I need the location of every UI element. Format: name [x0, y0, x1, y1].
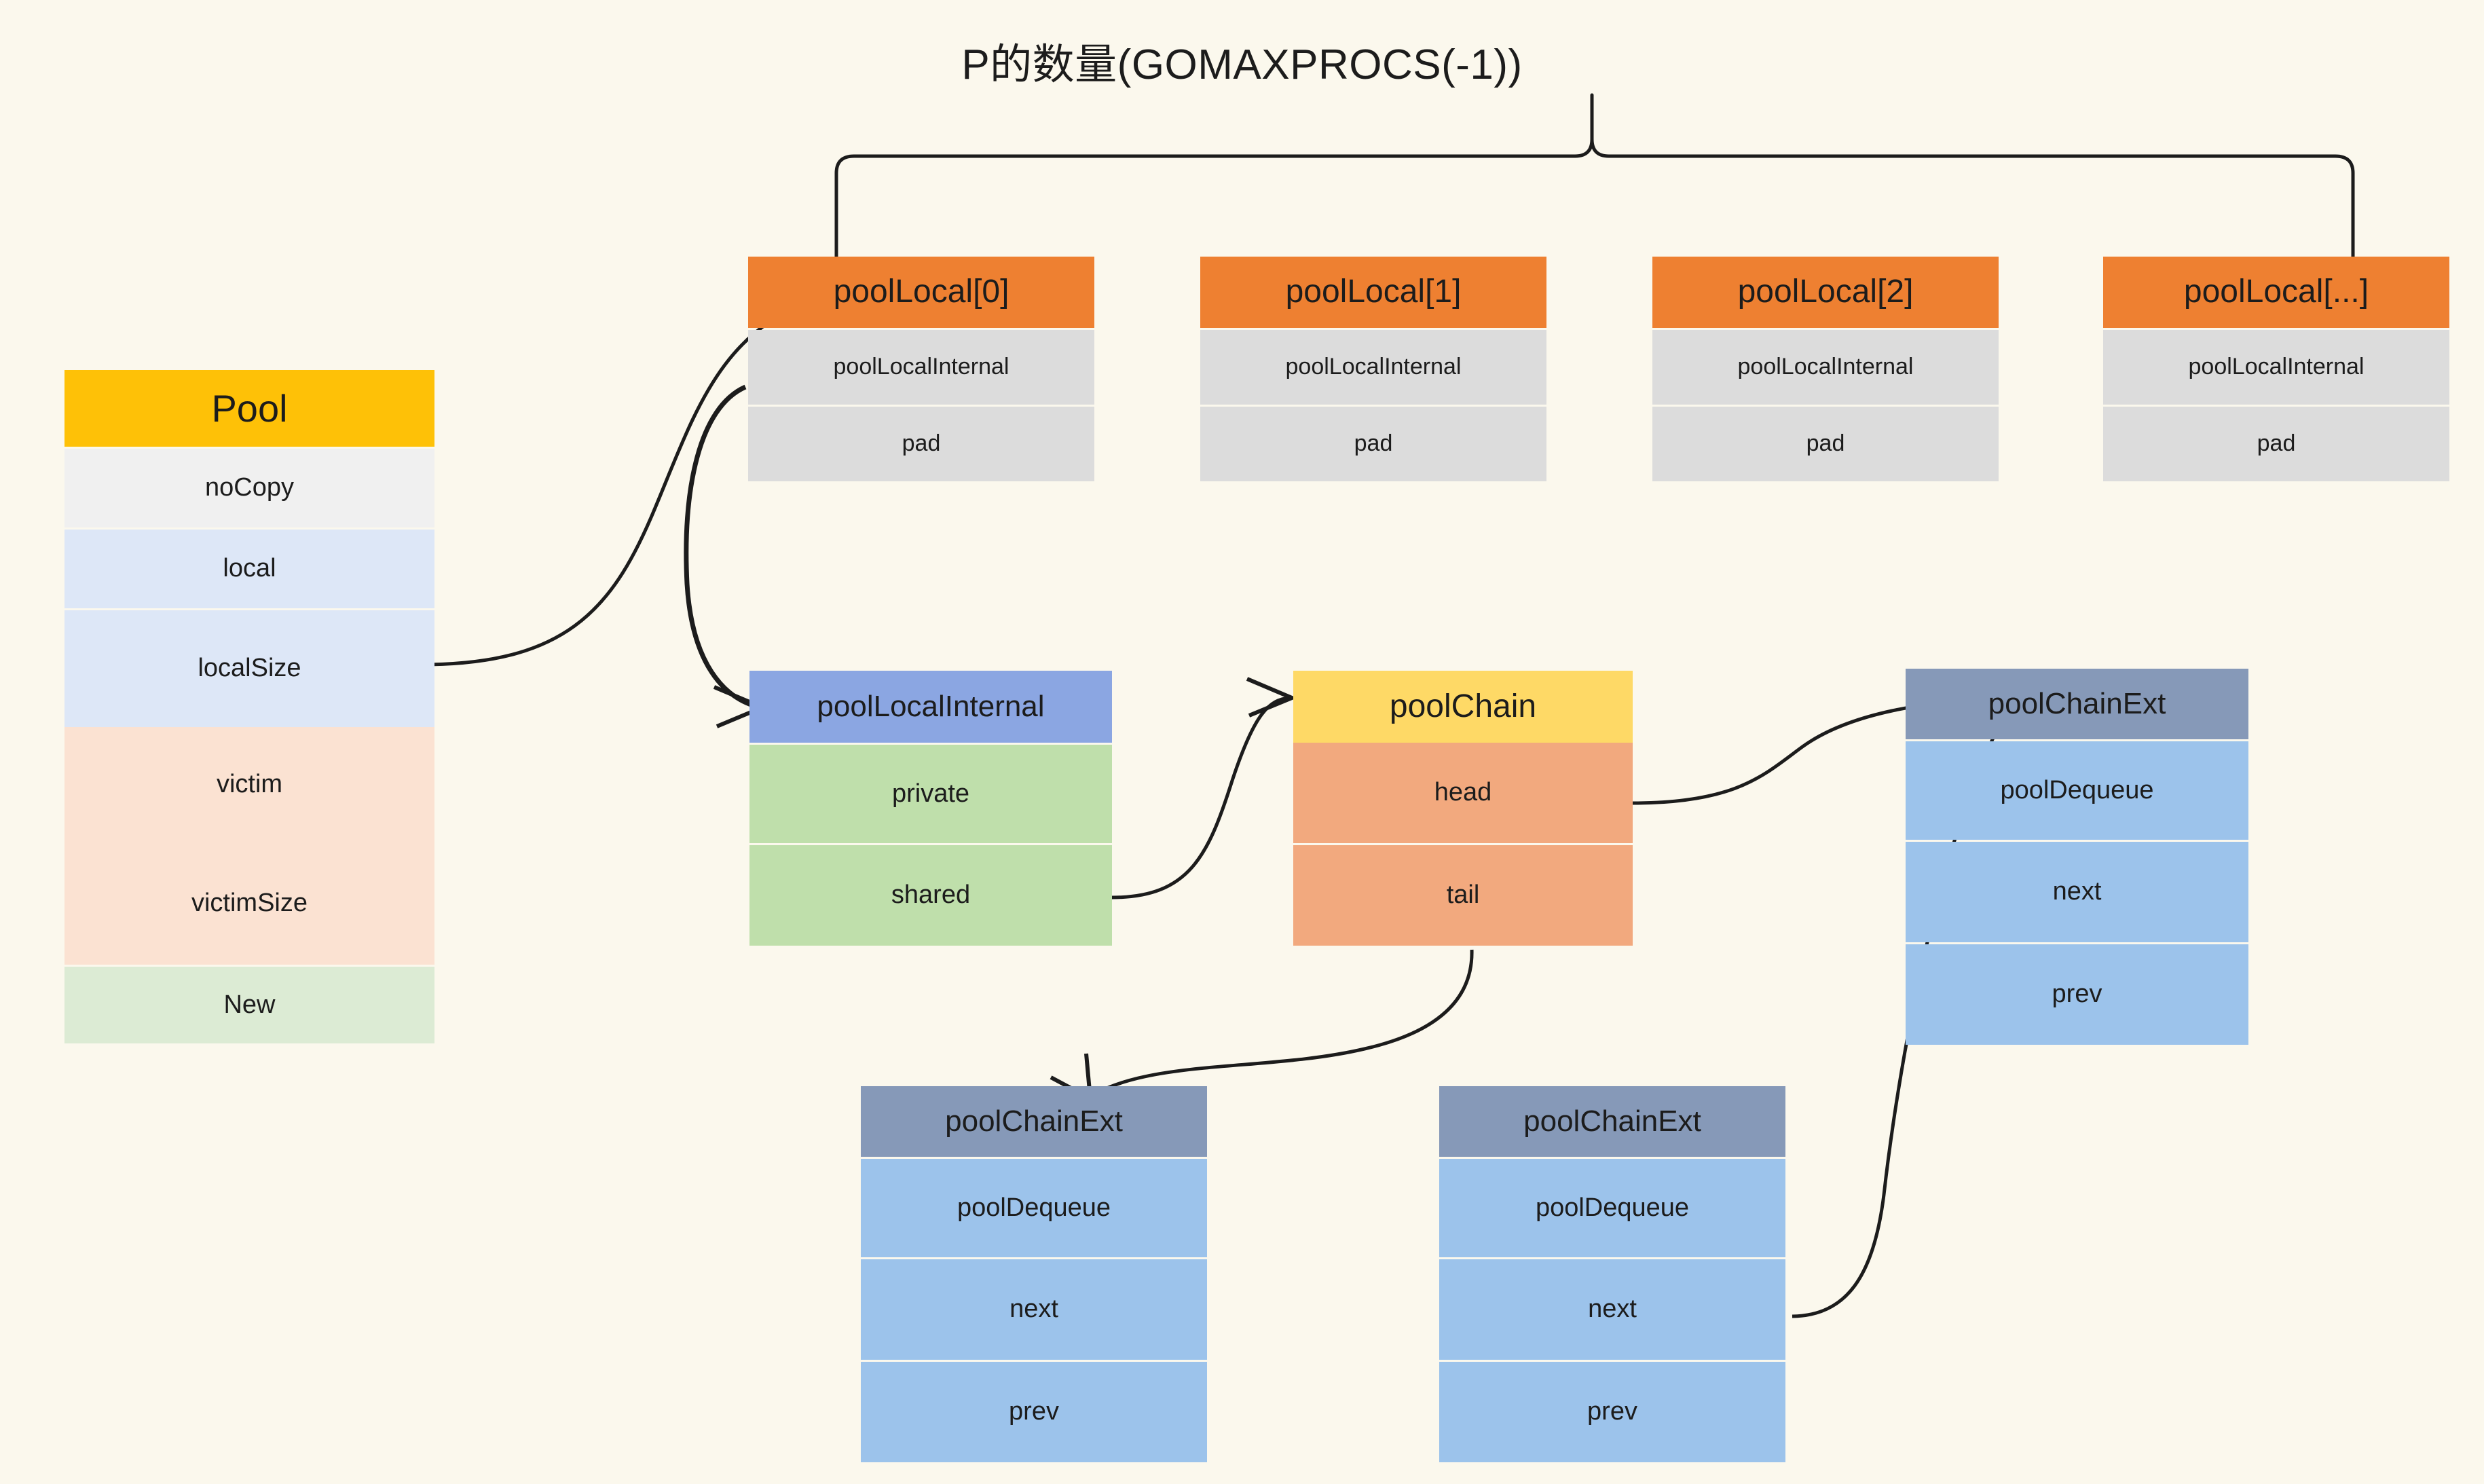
poolchainext-bottom-left-field-prev: prev	[861, 1362, 1207, 1462]
pool-field-victimsize: victimSize	[64, 842, 434, 965]
struct-poollocal-rest[interactable]: poolLocal[...] poolLocalInternal pad	[2103, 257, 2449, 481]
wire-tail-to-chainext-bottomleft	[1090, 949, 1474, 1098]
poollocal-0-field-internal: poolLocalInternal	[748, 330, 1094, 405]
poollocal-rest-header: poolLocal[...]	[2103, 257, 2449, 328]
poollocal-rest-field-pad: pad	[2103, 407, 2449, 481]
poollocal-1-header: poolLocal[1]	[1200, 257, 1546, 328]
pool-field-local: local	[64, 530, 434, 608]
poolchain-field-head: head	[1293, 743, 1633, 843]
poollocal-0-header: poolLocal[0]	[748, 257, 1094, 328]
pool-field-victim: victim	[64, 727, 434, 842]
struct-poolchainext-bottom-left[interactable]: poolChainExt poolDequeue next prev	[861, 1086, 1207, 1462]
pool-field-localsize: localSize	[64, 610, 434, 727]
poolchainext-bottom-mid-field-dequeue: poolDequeue	[1439, 1159, 1785, 1257]
poolchainext-bottom-left-header: poolChainExt	[861, 1086, 1207, 1157]
poollocalinternal-field-shared: shared	[749, 845, 1112, 946]
struct-poolchain[interactable]: poolChain head tail	[1293, 671, 1633, 946]
poolchainext-right-field-next: next	[1906, 842, 2248, 942]
struct-pool[interactable]: Pool noCopy local localSize victim victi…	[64, 370, 434, 1043]
poolchain-header: poolChain	[1293, 671, 1633, 743]
poolchainext-bottom-mid-field-prev: prev	[1439, 1362, 1785, 1462]
poolchainext-bottom-left-field-dequeue: poolDequeue	[861, 1159, 1207, 1257]
poolchainext-bottom-left-field-next: next	[861, 1259, 1207, 1360]
poolchain-field-tail: tail	[1293, 845, 1633, 946]
poollocal-2-field-internal: poolLocalInternal	[1652, 330, 1999, 405]
struct-poolchainext-bottom-mid[interactable]: poolChainExt poolDequeue next prev	[1439, 1086, 1785, 1462]
poollocalinternal-header: poolLocalInternal	[749, 671, 1112, 743]
struct-poolchainext-right[interactable]: poolChainExt poolDequeue next prev	[1906, 669, 2248, 1045]
gomaxprocs-brace	[834, 93, 2355, 257]
poollocalinternal-field-private: private	[749, 745, 1112, 843]
pool-field-nocopy: noCopy	[64, 449, 434, 527]
poollocal-2-field-pad: pad	[1652, 407, 1999, 481]
wire-shared-to-poolchain	[1111, 696, 1291, 899]
poollocal-1-field-internal: poolLocalInternal	[1200, 330, 1546, 405]
struct-poollocal-0[interactable]: poolLocal[0] poolLocalInternal pad	[748, 257, 1094, 481]
page-title: P的数量(GOMAXPROCS(-1))	[961, 41, 1523, 88]
poollocal-1-field-pad: pad	[1200, 407, 1546, 481]
pool-header: Pool	[64, 370, 434, 447]
poolchainext-bottom-mid-header: poolChainExt	[1439, 1086, 1785, 1157]
poolchainext-bottom-mid-field-next: next	[1439, 1259, 1785, 1360]
pool-field-new: New	[64, 967, 434, 1043]
poolchainext-right-field-dequeue: poolDequeue	[1906, 741, 2248, 840]
arrowhead-poolchain	[1246, 677, 1297, 718]
diagram-canvas: P的数量(GOMAXPROCS(-1)) Pool noCopy local l…	[0, 0, 2484, 1484]
poolchainext-right-header: poolChainExt	[1906, 669, 2248, 739]
poollocal-0-field-pad: pad	[748, 407, 1094, 481]
poollocal-2-header: poolLocal[2]	[1652, 257, 1999, 328]
struct-poollocal-1[interactable]: poolLocal[1] poolLocalInternal pad	[1200, 257, 1546, 481]
struct-poollocalinternal[interactable]: poolLocalInternal private shared	[749, 671, 1112, 946]
poolchainext-right-field-prev: prev	[1906, 944, 2248, 1045]
poollocal-rest-field-internal: poolLocalInternal	[2103, 330, 2449, 405]
struct-poollocal-2[interactable]: poolLocal[2] poolLocalInternal pad	[1652, 257, 1999, 481]
